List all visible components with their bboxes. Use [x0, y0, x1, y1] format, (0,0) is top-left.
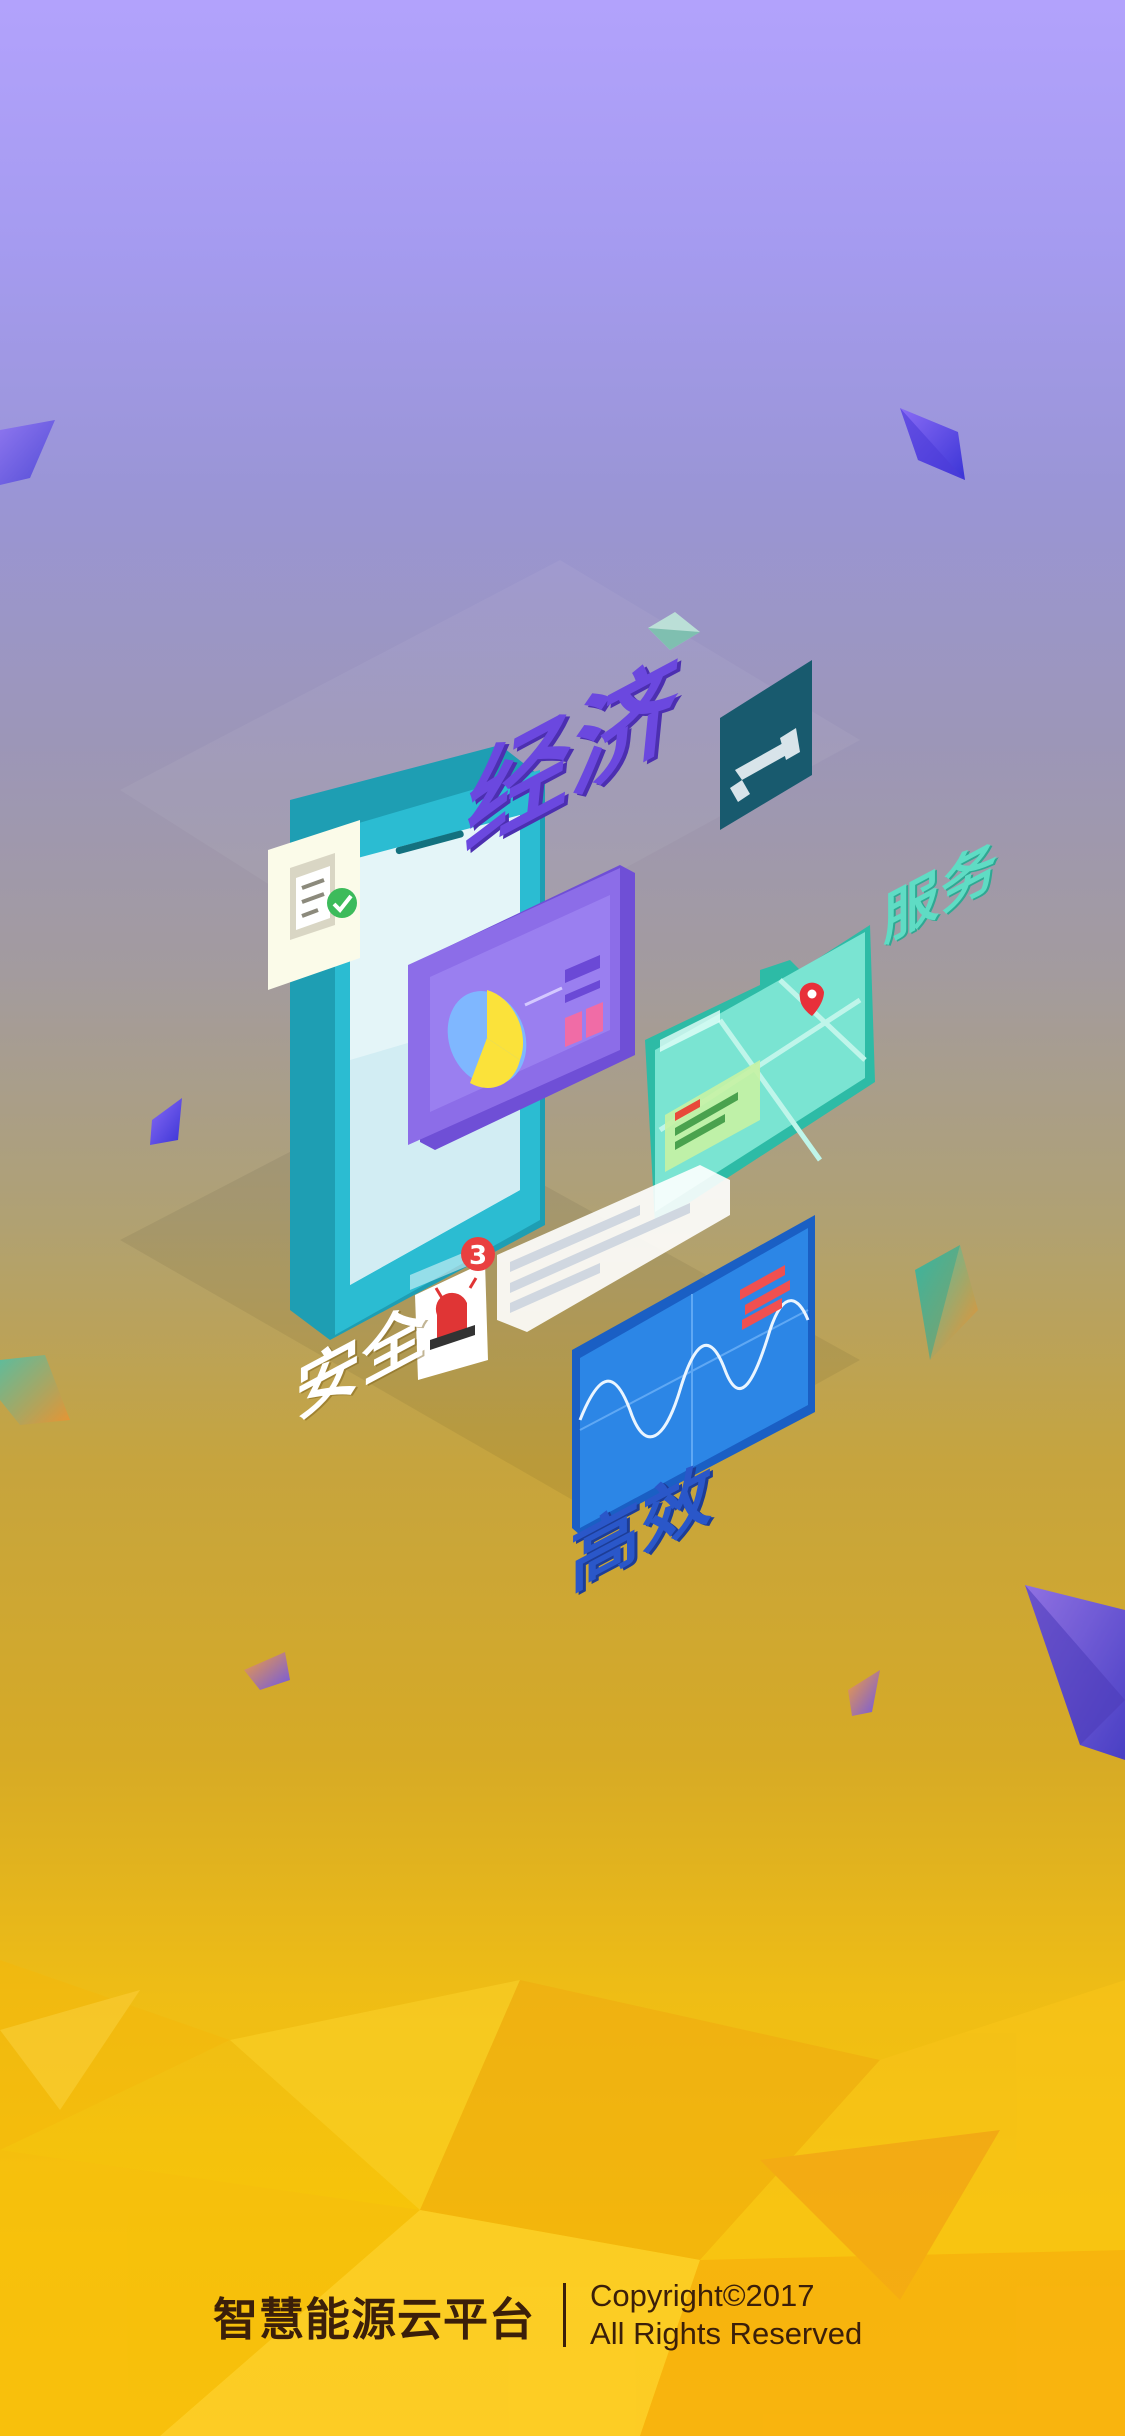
alert-badge: 3 [461, 1237, 495, 1271]
footer-divider [563, 2283, 567, 2347]
footer: 智慧能源云平台 Copyright©2017 All Rights Reserv… [213, 2278, 862, 2351]
copyright-text: Copyright©2017 [590, 2278, 815, 2313]
rights-text: All Rights Reserved [590, 2316, 863, 2351]
floating-gem [244, 1652, 290, 1690]
floating-gem [1025, 1585, 1125, 1760]
copyright-block: Copyright©2017 All Rights Reserved [590, 2277, 862, 2353]
floating-gem [848, 1670, 880, 1716]
floating-gem [900, 408, 965, 480]
lowpoly-floor [0, 1960, 1125, 2436]
floating-gem [0, 420, 55, 485]
floating-gem [0, 1355, 70, 1425]
floating-gem [915, 1245, 978, 1360]
brand-name: 智慧能源云平台 [213, 2292, 536, 2346]
splash-illustration: 3 [0, 408, 1125, 2436]
svg-text:3: 3 [469, 1241, 487, 1271]
floating-gem [150, 1098, 182, 1145]
